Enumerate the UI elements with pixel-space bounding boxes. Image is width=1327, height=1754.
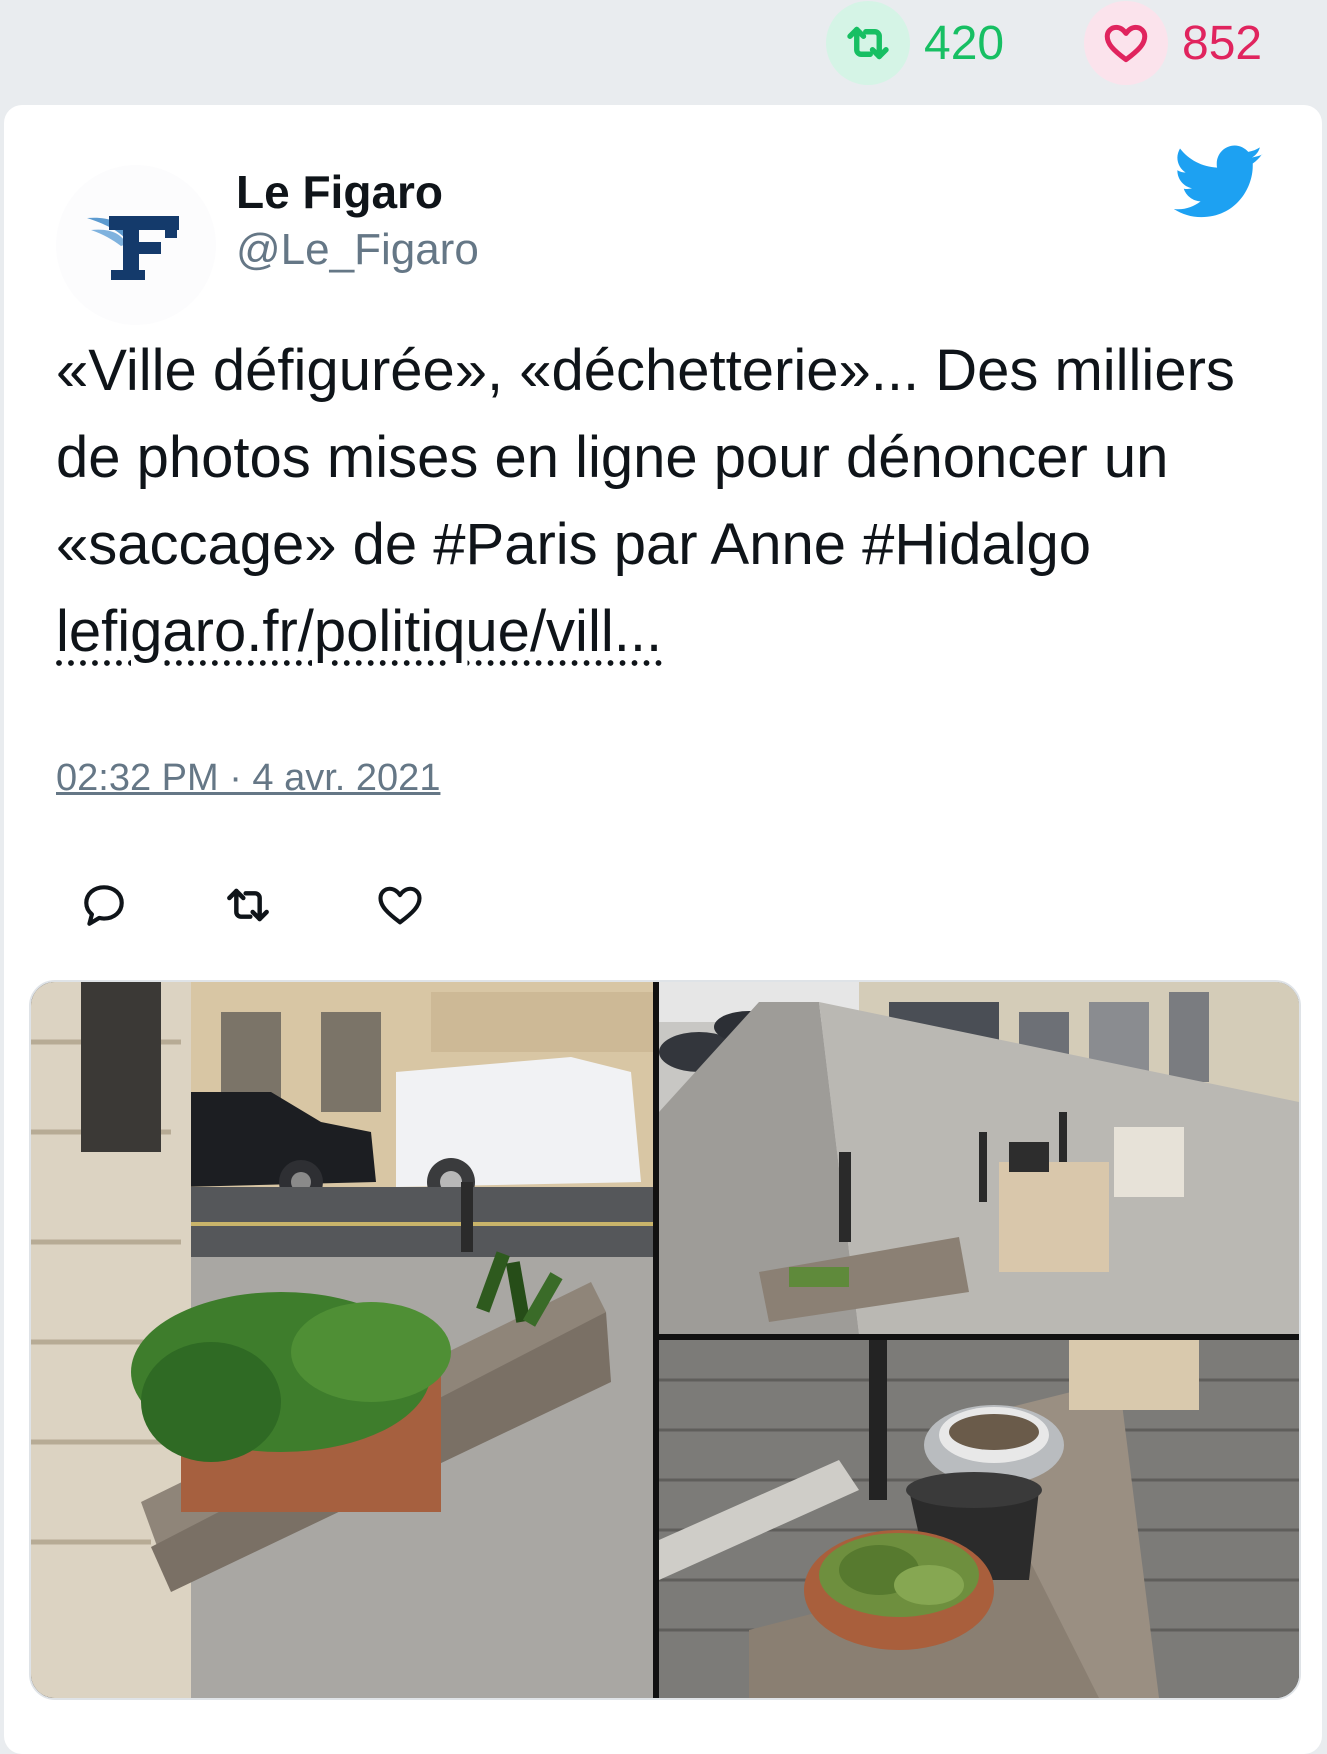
photo-street-planters[interactable] — [659, 982, 1299, 1334]
heart-icon[interactable] — [1084, 1, 1168, 85]
tweet-body: «Ville défigurée», «déchetterie»... Des … — [56, 338, 1235, 577]
author-name[interactable]: Le Figaro — [236, 165, 443, 219]
reply-icon[interactable] — [74, 875, 134, 935]
like-icon[interactable] — [370, 875, 430, 935]
retweet-stat[interactable]: 420 — [826, 0, 1004, 86]
author-handle[interactable]: @Le_Figaro — [236, 225, 479, 275]
engagement-stats: 420 852 — [0, 0, 1327, 100]
photo-planter-broken[interactable] — [31, 982, 653, 1698]
tweet-card: Le Figaro @Le_Figaro «Ville défigurée», … — [4, 105, 1322, 1754]
tweet-text: «Ville défigurée», «déchetterie»... Des … — [56, 327, 1286, 675]
timestamp-link[interactable]: 02:32 PM · 4 avr. 2021 — [56, 757, 440, 800]
le-figaro-logo — [87, 216, 179, 280]
like-stat[interactable]: 852 — [1084, 0, 1262, 86]
twitter-bird-icon[interactable] — [1173, 145, 1264, 226]
photo-planter-pots[interactable] — [659, 1340, 1299, 1698]
article-link[interactable]: lefigaro.fr/politique/vill... — [56, 599, 662, 664]
avatar[interactable] — [56, 165, 216, 325]
like-count: 852 — [1182, 16, 1263, 70]
retweet-count: 420 — [924, 16, 1005, 70]
retweet-icon[interactable] — [826, 1, 910, 85]
media-grid — [29, 980, 1301, 1700]
retweet-button-icon[interactable] — [218, 875, 278, 935]
